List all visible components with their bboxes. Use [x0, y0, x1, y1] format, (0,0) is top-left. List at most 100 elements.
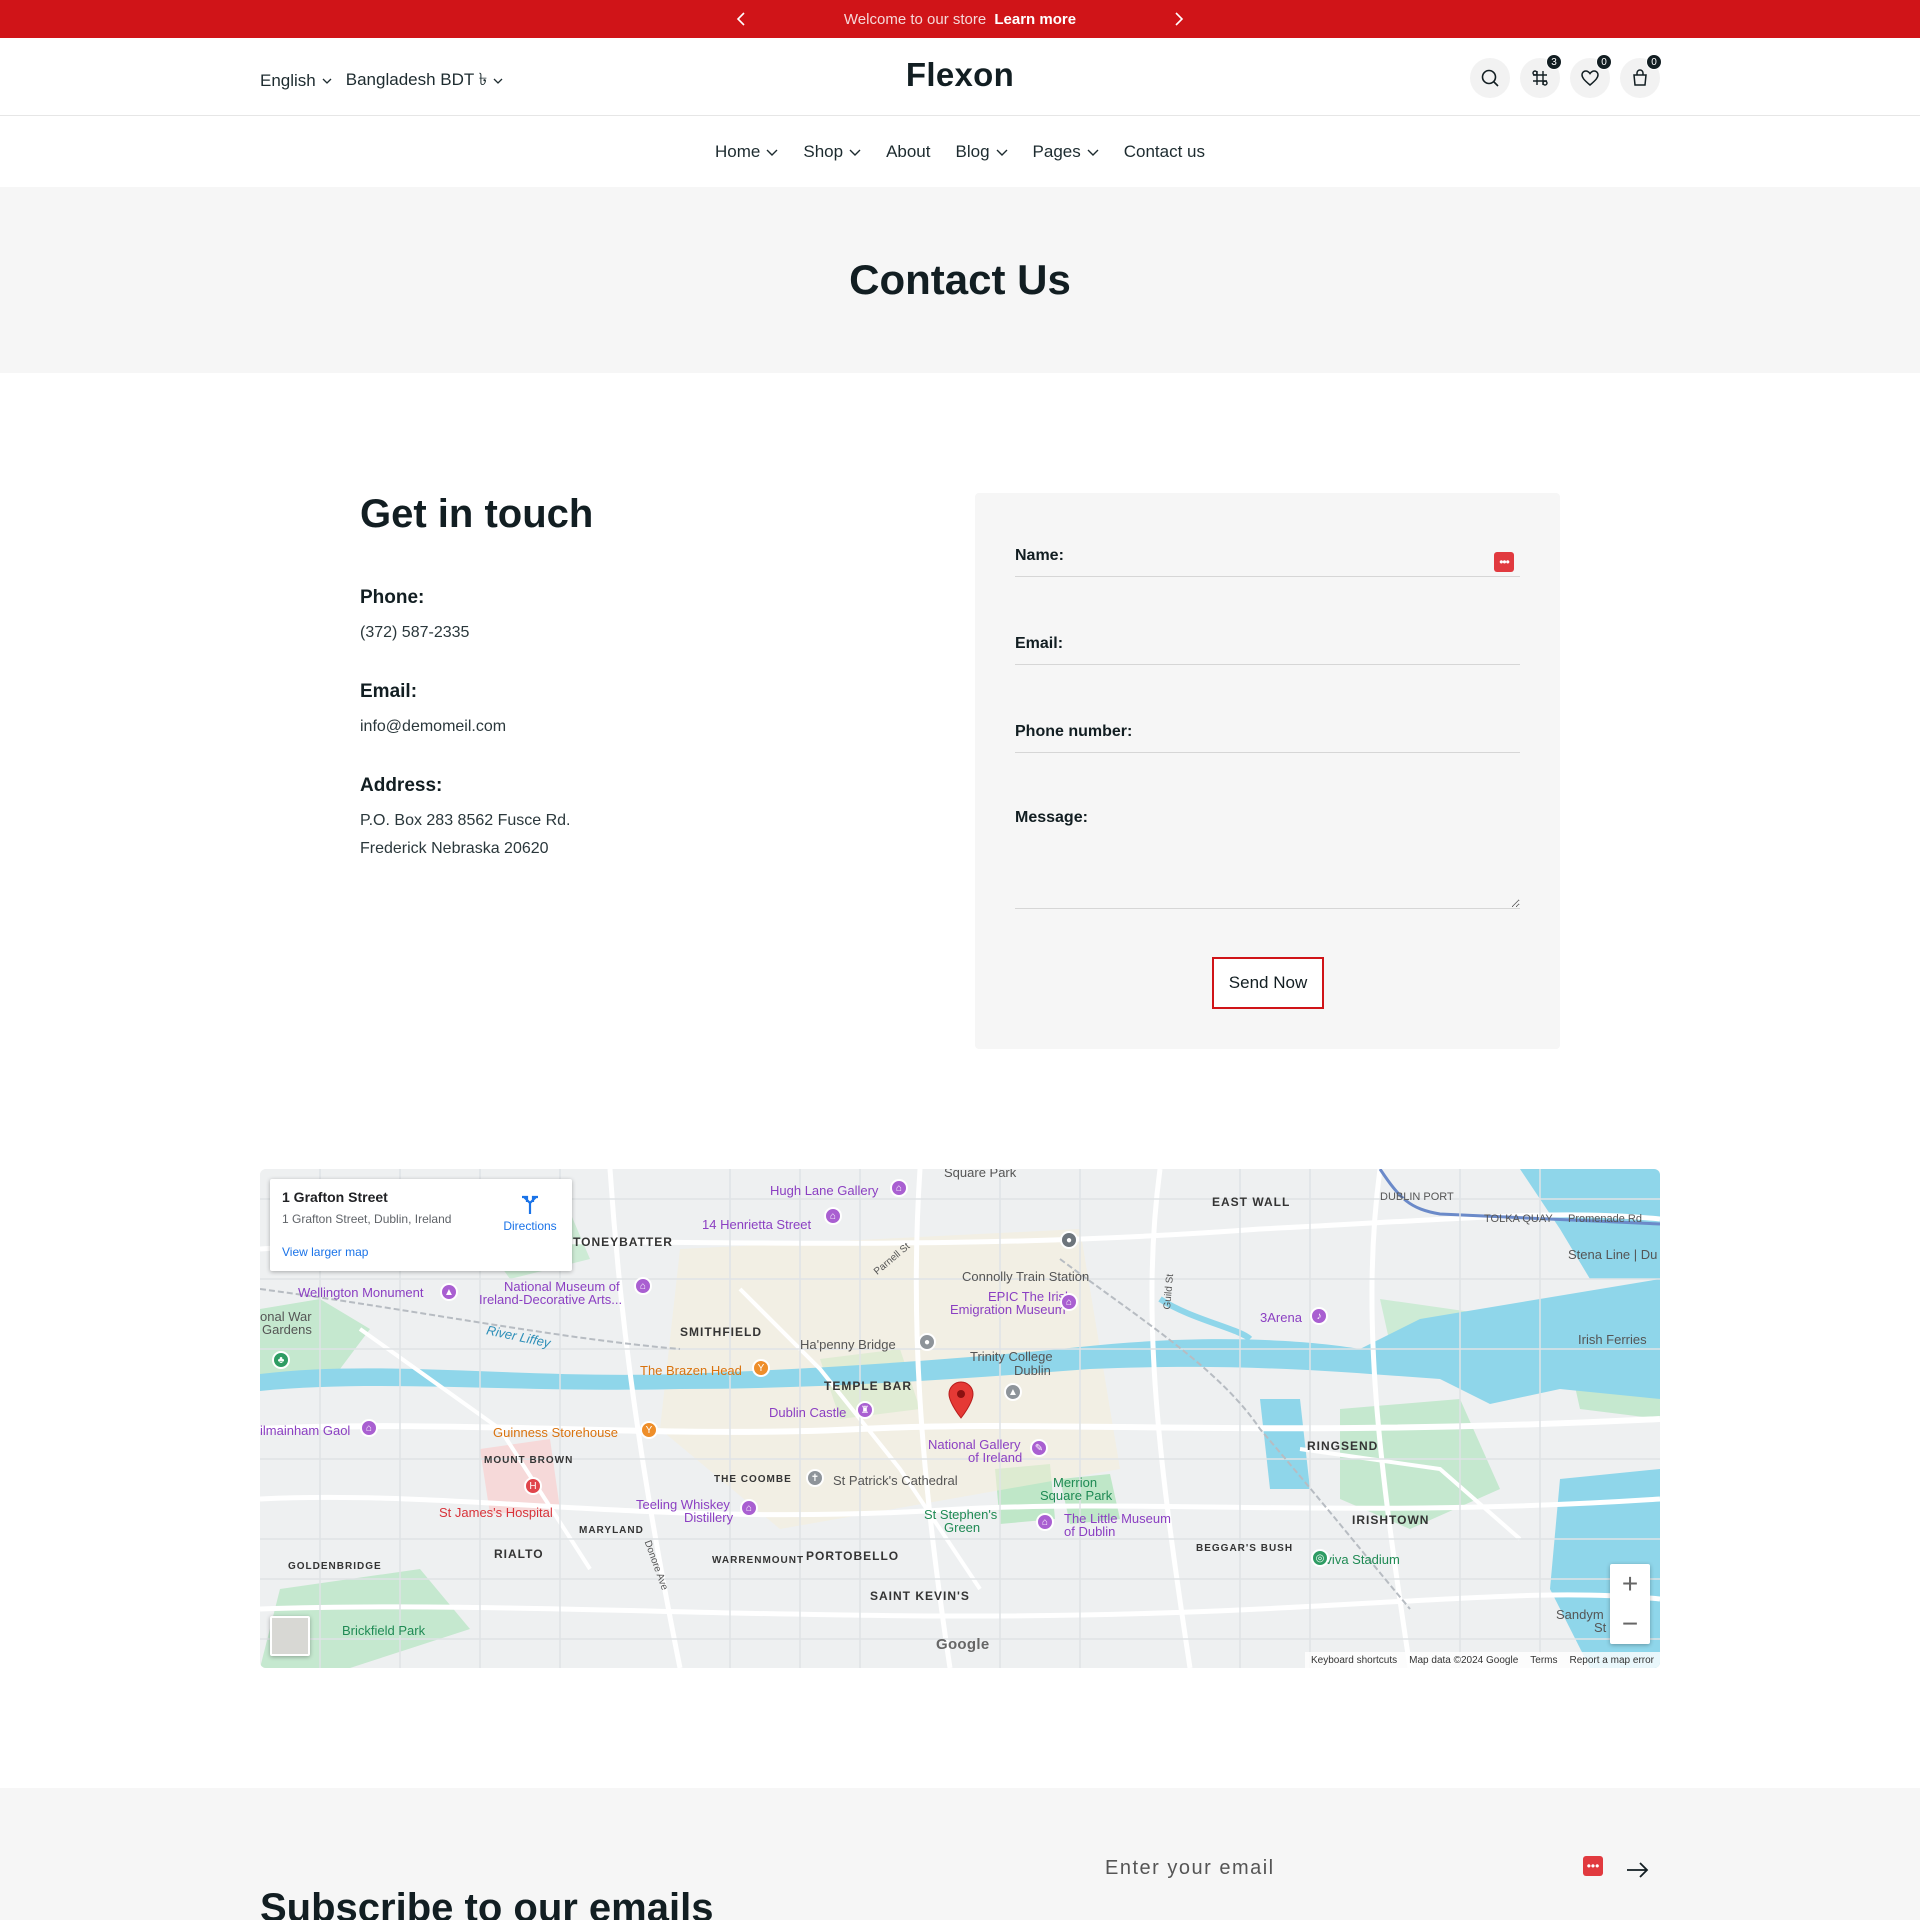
- send-now-button[interactable]: Send Now: [1212, 957, 1324, 1009]
- distillery-icon[interactable]: ⌂: [740, 1499, 758, 1517]
- arrow-right-icon[interactable]: [1625, 1858, 1651, 1882]
- phone-input[interactable]: [1015, 723, 1520, 752]
- currency-selector[interactable]: Bangladesh BDT ৳: [346, 67, 503, 95]
- announcement-message: Welcome to our store Learn more: [844, 11, 1076, 28]
- map-label-hugh-lane: Hugh Lane Gallery: [770, 1183, 879, 1198]
- monument-icon[interactable]: ▲: [440, 1283, 458, 1301]
- map-label-smithfield: SMITHFIELD: [680, 1325, 762, 1339]
- chevron-left-icon: [736, 12, 745, 26]
- music-venue-icon[interactable]: ♪: [1310, 1307, 1328, 1325]
- compare-count-badge: 3: [1546, 54, 1562, 70]
- phone-label: Phone:: [360, 587, 425, 608]
- site-header: English Bangladesh BDT ৳ Flexon 3 0 0: [0, 38, 1920, 116]
- wishlist-button[interactable]: 0: [1570, 54, 1612, 98]
- location-pin-icon[interactable]: [948, 1381, 974, 1419]
- name-field[interactable]: Name: •••: [1015, 547, 1520, 577]
- map-label-teeling-2: Distillery: [684, 1510, 734, 1525]
- site-logo[interactable]: Flexon: [906, 56, 1014, 93]
- art-gallery-icon[interactable]: ✎: [1030, 1439, 1048, 1457]
- phone-block: Phone: (372) 587-2335: [360, 587, 860, 647]
- message-field[interactable]: Message:: [1015, 809, 1520, 909]
- language-value: English: [260, 71, 316, 90]
- announcement-prev-button[interactable]: [730, 8, 752, 30]
- report-error-link[interactable]: Report a map error: [1570, 1655, 1654, 1666]
- nav-item-label: Home: [715, 142, 761, 161]
- email-input[interactable]: [1015, 635, 1520, 664]
- nav-item-label: Shop: [803, 142, 844, 161]
- map-label-st-james: St James's Hospital: [439, 1505, 553, 1520]
- address-line-1: P.O. Box 283 8562 Fusce Rd.: [360, 812, 571, 829]
- search-button[interactable]: [1470, 58, 1510, 98]
- map-layer-toggle[interactable]: [270, 1616, 310, 1656]
- nav-item-blog[interactable]: Blog: [956, 142, 1008, 162]
- museum-icon[interactable]: ⌂: [890, 1179, 908, 1197]
- message-input[interactable]: [1015, 809, 1520, 908]
- map-label-mount-brown: MOUNT BROWN: [484, 1455, 574, 1466]
- newsletter-heading: Subscribe to our emails: [260, 1886, 714, 1920]
- bag-icon: [1633, 69, 1647, 86]
- directions-icon: [522, 1195, 538, 1214]
- cart-button[interactable]: 0: [1620, 54, 1662, 98]
- museum-icon[interactable]: ⌂: [824, 1207, 842, 1225]
- zoom-in-button[interactable]: +: [1610, 1564, 1650, 1604]
- map-label-saint-kevins: SAINT KEVIN'S: [870, 1589, 970, 1603]
- newsletter-email-input[interactable]: [1105, 1848, 1565, 1888]
- church-icon[interactable]: ✝: [806, 1469, 824, 1487]
- map-label-st-patricks: St Patrick's Cathedral: [833, 1473, 958, 1488]
- bar-icon[interactable]: Y: [640, 1421, 658, 1439]
- bar-icon[interactable]: Y: [752, 1359, 770, 1377]
- currency-value: Bangladesh BDT ৳: [345, 70, 488, 89]
- phone-field[interactable]: Phone number:: [1015, 723, 1520, 753]
- map-label-maryland: MARYLAND: [579, 1525, 644, 1536]
- email-field[interactable]: Email:: [1015, 635, 1520, 665]
- museum-icon[interactable]: ⌂: [1036, 1513, 1054, 1531]
- museum-icon[interactable]: ⌂: [1060, 1293, 1078, 1311]
- newsletter-form: •••: [1105, 1848, 1649, 1898]
- museum-icon[interactable]: ⌂: [634, 1277, 652, 1295]
- stadium-icon[interactable]: ◎: [1311, 1549, 1329, 1567]
- keyboard-shortcuts-link[interactable]: Keyboard shortcuts: [1311, 1655, 1397, 1666]
- map-label-rialto: RIALTO: [494, 1547, 544, 1561]
- map-label-nat-museum-2: Ireland-Decorative Arts...: [479, 1292, 623, 1307]
- castle-icon[interactable]: ♜: [856, 1401, 874, 1419]
- directions-button[interactable]: Directions: [498, 1193, 562, 1233]
- language-selector[interactable]: English: [260, 67, 332, 95]
- map-label-temple-bar: TEMPLE BAR: [824, 1379, 912, 1393]
- map-label-hapenny: Ha'penny Bridge: [800, 1337, 896, 1352]
- map-label-nat-gallery-2: of Ireland: [968, 1450, 1023, 1465]
- password-manager-icon[interactable]: •••: [1494, 552, 1514, 572]
- university-icon[interactable]: ▲: [1004, 1383, 1022, 1401]
- map-label-irish-ferries: Irish Ferries: [1578, 1332, 1647, 1347]
- terms-link[interactable]: Terms: [1530, 1655, 1557, 1666]
- nav-item-pages[interactable]: Pages: [1033, 142, 1099, 162]
- map-label-stena: Stena Line | Du: [1568, 1247, 1658, 1262]
- train-station-icon[interactable]: ●: [1060, 1231, 1078, 1249]
- museum-icon[interactable]: ⌂: [360, 1419, 378, 1437]
- map-label-dublin-port: DUBLIN PORT: [1380, 1191, 1454, 1203]
- compare-button[interactable]: 3: [1520, 54, 1562, 98]
- password-manager-icon[interactable]: •••: [1583, 1856, 1603, 1876]
- nav-item-shop[interactable]: Shop: [803, 142, 861, 162]
- email-block: Email: info@demomeil.com: [360, 681, 860, 741]
- landmark-icon[interactable]: ●: [918, 1333, 936, 1351]
- google-map[interactable]: Hugh Lane Gallery 14 Henrietta Street TO…: [260, 1169, 1660, 1668]
- hospital-icon[interactable]: H: [524, 1477, 542, 1495]
- google-logo: Google: [936, 1636, 990, 1653]
- park-icon[interactable]: ♣: [272, 1351, 290, 1369]
- map-label-wellington: Wellington Monument: [298, 1285, 424, 1300]
- announcement-next-button[interactable]: [1168, 8, 1190, 30]
- map-label-henrietta: 14 Henrietta Street: [702, 1217, 812, 1232]
- nav-item-about[interactable]: About: [886, 142, 930, 162]
- map-label-warrenmount: WARRENMOUNT: [712, 1555, 805, 1566]
- search-icon: [1481, 69, 1499, 87]
- nav-item-home[interactable]: Home: [715, 142, 778, 162]
- announcement-link[interactable]: Learn more: [994, 11, 1076, 28]
- main-nav: Home Shop About Blog Pages Contact us: [0, 117, 1920, 187]
- nav-item-contact[interactable]: Contact us: [1124, 142, 1205, 162]
- view-larger-map-link[interactable]: View larger map: [282, 1245, 368, 1259]
- name-input[interactable]: [1015, 547, 1520, 576]
- map-label-irishtown: IRISHTOWN: [1352, 1513, 1430, 1527]
- heart-icon: [1581, 70, 1599, 86]
- map-data-text: Map data ©2024 Google: [1409, 1654, 1519, 1666]
- zoom-out-button[interactable]: −: [1610, 1604, 1650, 1644]
